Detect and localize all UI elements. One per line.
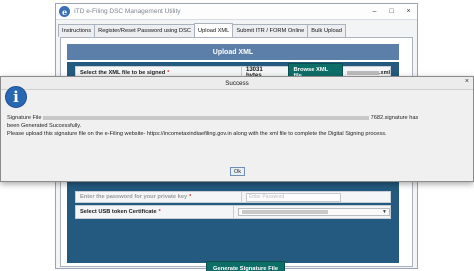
tab-instructions[interactable]: Instructions — [58, 24, 96, 37]
window-controls: – □ × — [366, 4, 417, 19]
dialog-message-line-2: been Generated Successfully. — [7, 123, 82, 129]
password-row: Enter the password for your private key … — [75, 191, 391, 203]
usb-token-label: Select USB token Certificate * — [76, 206, 234, 218]
app-logo-icon: e — [59, 6, 70, 17]
close-button[interactable]: × — [400, 4, 417, 19]
message-prefix: Signature File — [7, 115, 42, 121]
tab-submit-itr[interactable]: Submit ITR / FORM Online — [232, 24, 309, 37]
password-input[interactable]: Enter Password — [246, 192, 341, 202]
redacted-file-path — [43, 115, 370, 120]
usb-token-select[interactable]: ▼ — [238, 208, 390, 216]
maximize-button[interactable]: □ — [383, 4, 400, 19]
tab-register-reset-password[interactable]: Register/Reset Password using DSC — [94, 24, 196, 37]
dialog-title: Success — [225, 79, 249, 87]
minimize-button[interactable]: – — [366, 4, 383, 19]
info-icon: i — [5, 86, 27, 108]
main-titlebar: e ITD e-Filing DSC Management Utility – … — [56, 4, 417, 20]
password-label: Enter the password for your private key … — [76, 192, 242, 202]
usb-token-label-text: Select USB token Certificate — [80, 209, 157, 215]
success-dialog: Success × i Signature File 7682.signatur… — [0, 76, 474, 182]
upload-xml-header: Upload XML — [67, 44, 399, 60]
window-title: ITD e-Filing DSC Management Utility — [74, 8, 181, 15]
redacted-filename — [347, 71, 379, 75]
chevron-down-icon: ▼ — [382, 209, 387, 215]
message-suffix: 7682.signature has — [370, 115, 419, 121]
dialog-close-button[interactable]: × — [465, 78, 469, 85]
ok-button[interactable]: Ok — [230, 167, 245, 176]
screen: e ITD e-Filing DSC Management Utility – … — [0, 0, 474, 271]
password-value: Enter Password — [242, 192, 390, 202]
dialog-message-line-1: Signature File 7682.signature has — [7, 115, 418, 121]
dialog-titlebar: Success × — [1, 77, 473, 90]
password-label-text: Enter the password for your private key — [80, 194, 188, 200]
usb-token-row: Select USB token Certificate * ▼ — [75, 205, 391, 219]
generate-signature-button[interactable]: Generate Signature File — [206, 261, 286, 271]
required-mark: * — [189, 194, 192, 200]
redacted-certificate — [242, 210, 328, 214]
tab-upload-xml[interactable]: Upload XML — [194, 23, 234, 37]
tab-bar: Instructions Register/Reset Password usi… — [58, 23, 346, 37]
tab-bulk-upload[interactable]: Bulk Upload — [307, 24, 346, 37]
required-mark: * — [158, 209, 161, 215]
dialog-message-line-3: Please upload this signature file on the… — [7, 131, 387, 137]
usb-token-value: ▼ — [234, 206, 390, 218]
